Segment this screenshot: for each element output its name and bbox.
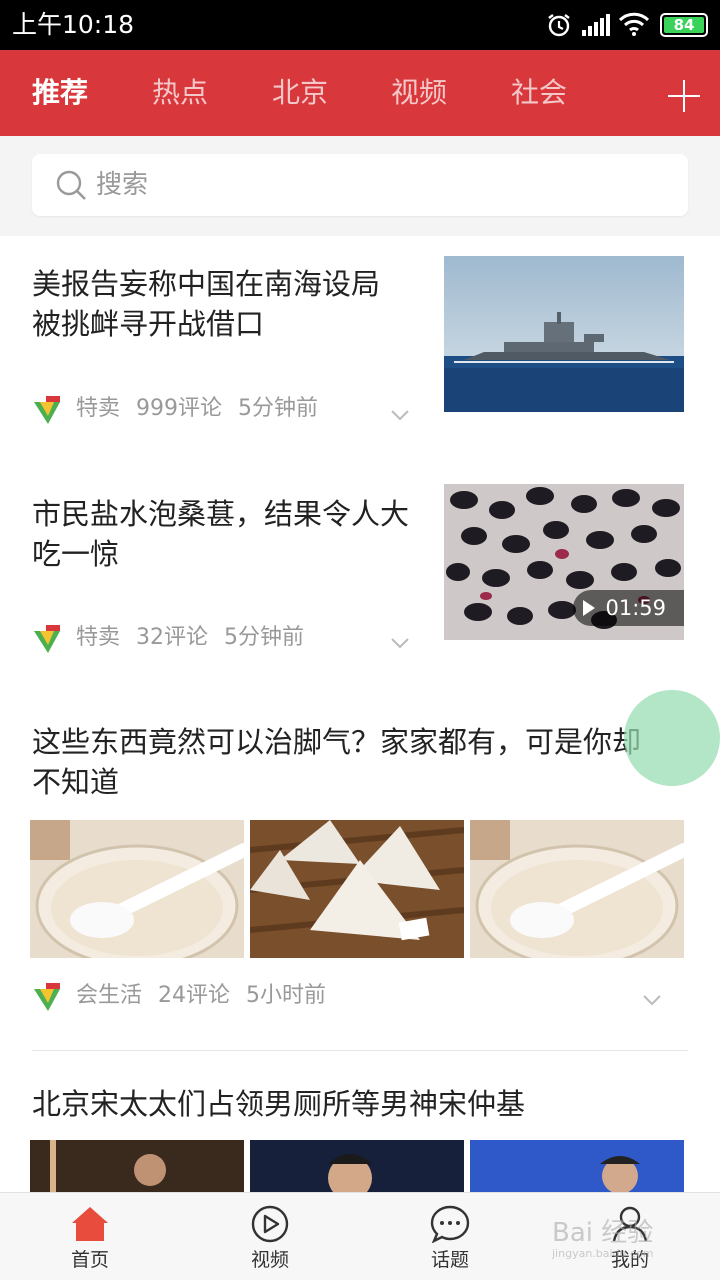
article-comments: 999评论 (136, 396, 223, 421)
divider (32, 1050, 688, 1051)
tab-hot[interactable]: 热点 (152, 74, 208, 112)
spoon-bowl-thumbnail[interactable] (30, 820, 244, 958)
news-item[interactable]: 北京宋太太们占领男厕所等男神宋仲基 (0, 1052, 720, 1192)
article-title: 市民盐水泡桑葚，结果令人大 吃一惊 (32, 497, 410, 571)
search-placeholder: 搜索 (96, 170, 149, 200)
wifi-icon (618, 12, 650, 40)
tab-topic[interactable]: 话题 (390, 1193, 510, 1280)
tab-society[interactable]: 社会 (511, 74, 567, 112)
news-item[interactable]: 美报告妄称中国在南海设局 被挑衅寻开战借口 特卖 999评论 5分钟前 (0, 236, 720, 466)
add-channel-icon[interactable] (664, 74, 708, 118)
alarm-icon (546, 12, 572, 42)
chevron-down-icon[interactable] (642, 991, 662, 1006)
video-duration: 01:59 (573, 590, 684, 626)
article-time: 5分钟前 (238, 396, 319, 421)
article-meta: 特卖 32评论 5分钟前 (32, 623, 320, 653)
tab-label: 话题 (430, 1249, 469, 1271)
status-time: 上午10:18 (12, 10, 135, 39)
battery-icon: 84 (660, 13, 708, 37)
warship-thumbnail[interactable] (444, 256, 684, 412)
article-title: 美报告妄称中国在南海设局 被挑衅寻开战借口 (32, 267, 381, 341)
article-time: 5小时前 (246, 983, 327, 1008)
mulberry-video-thumbnail[interactable]: 01:59 (444, 484, 684, 640)
chevron-down-icon[interactable] (390, 634, 410, 649)
cell-signal-icon (582, 14, 610, 40)
article-source: 特卖 (76, 625, 121, 650)
article-title: 北京宋太太们占领男厕所等男神宋仲基 (32, 1087, 526, 1121)
channel-bar: 推荐 热点 北京 视频 社会 (0, 50, 720, 136)
tab-beijing[interactable]: 北京 (272, 74, 328, 112)
article-meta: 特卖 999评论 5分钟前 (32, 394, 334, 424)
stage-thumbnail[interactable] (470, 1140, 684, 1192)
article-time: 5分钟前 (224, 625, 305, 650)
spoon-bowl-thumbnail-2[interactable] (470, 820, 684, 958)
source-logo-icon (32, 981, 62, 1011)
floating-assistant-button[interactable] (624, 690, 720, 786)
tab-label: 首页 (70, 1249, 109, 1271)
tea-bags-thumbnail[interactable] (250, 820, 464, 958)
source-logo-icon (32, 623, 62, 653)
search-icon (56, 170, 88, 206)
tab-video-bottom[interactable]: 视频 (210, 1193, 330, 1280)
play-icon (583, 600, 596, 616)
tab-video[interactable]: 视频 (391, 74, 447, 112)
chevron-down-icon[interactable] (390, 406, 410, 421)
article-source: 会生活 (76, 983, 143, 1008)
article-meta: 会生活 24评论 5小时前 (32, 981, 342, 1011)
article-source: 特卖 (76, 396, 121, 421)
article-title: 这些东西竟然可以治脚气？家家都有，可是你却 不知道 (32, 725, 642, 799)
status-bar: 上午10:18 84 (0, 0, 720, 50)
actor-thumbnail[interactable] (250, 1140, 464, 1192)
news-item[interactable]: 市民盐水泡桑葚，结果令人大 吃一惊 特卖 32评论 5分钟前 01:59 (0, 466, 720, 686)
article-comments: 32评论 (136, 625, 209, 650)
baidu-watermark: Bai 经验 jingyan.baidu.com (552, 1218, 654, 1260)
article-comments: 24评论 (158, 983, 231, 1008)
source-logo-icon (32, 394, 62, 424)
search-area: 搜索 (0, 136, 720, 236)
search-input[interactable]: 搜索 (32, 154, 688, 216)
news-item[interactable]: 这些东西竟然可以治脚气？家家都有，可是你却 不知道 会生活 24评论 5小时前 (0, 686, 720, 1050)
concert-thumbnail[interactable] (30, 1140, 244, 1192)
battery-level: 84 (664, 17, 704, 33)
tab-recommend[interactable]: 推荐 (32, 74, 88, 112)
tab-home[interactable]: 首页 (30, 1193, 150, 1280)
tab-label: 视频 (250, 1249, 289, 1271)
